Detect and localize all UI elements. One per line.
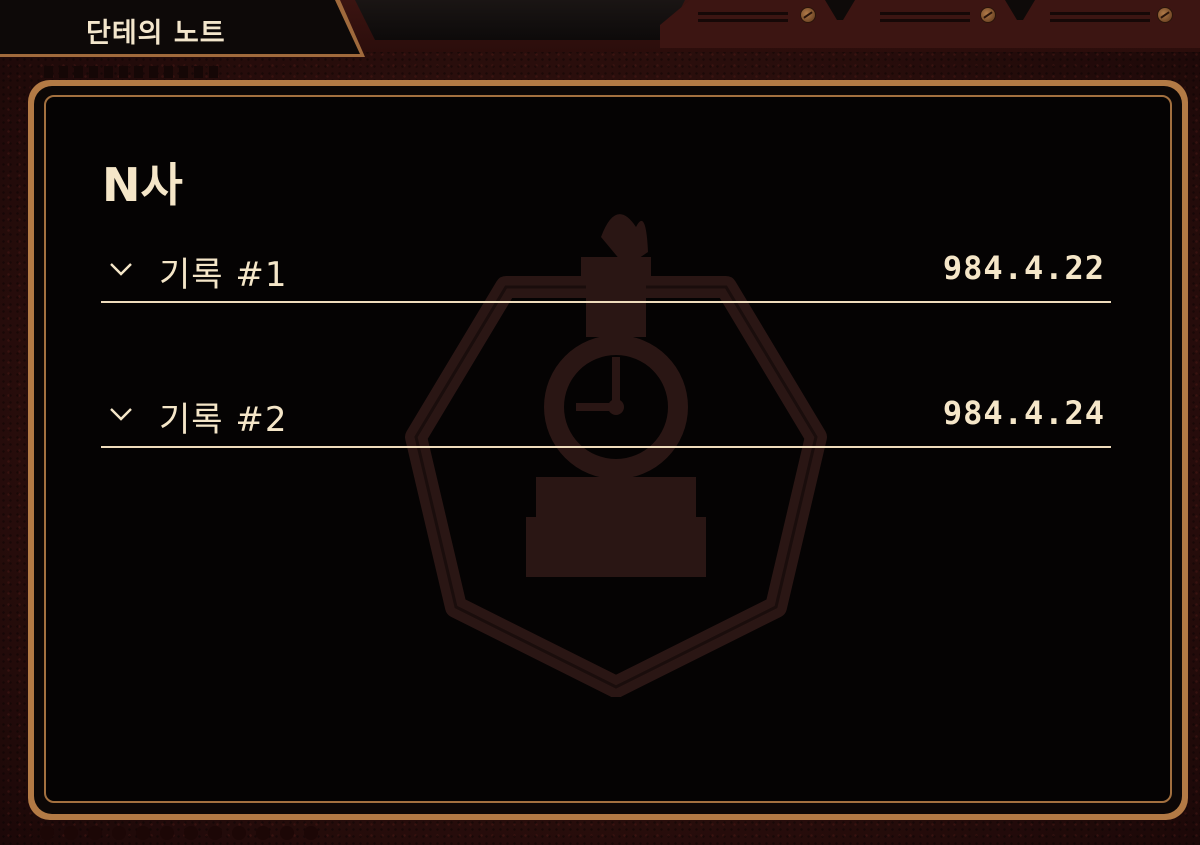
stripe: [698, 12, 788, 15]
record-row-1[interactable]: 기록 #1 984.4.22: [101, 239, 1111, 303]
screw-icon: [980, 7, 996, 23]
window-title: 단테의 노트: [86, 18, 226, 49]
record-date: 984.4.24: [942, 394, 1105, 432]
ticks-decoration: [44, 66, 218, 78]
chevron-down-icon[interactable]: [109, 257, 133, 281]
record-divider: [101, 446, 1111, 448]
stripe: [880, 12, 970, 15]
chevron-down-icon[interactable]: [109, 402, 133, 426]
screw-icon: [1157, 7, 1173, 23]
notch: [1005, 0, 1035, 20]
section-title: N사: [102, 158, 183, 212]
record-date: 984.4.22: [942, 249, 1105, 287]
title-tab: 단테의 노트: [0, 0, 360, 54]
record-divider: [101, 301, 1111, 303]
notch: [825, 0, 855, 20]
note-panel: N사 기록 #1 984.4.22 기록 #2 984.4.24: [44, 95, 1172, 803]
screw-icon: [800, 7, 816, 23]
stripe: [1050, 19, 1150, 22]
record-row-2[interactable]: 기록 #2 984.4.24: [101, 384, 1111, 448]
record-label: 기록 #1: [159, 255, 288, 295]
record-label: 기록 #2: [159, 400, 288, 440]
stripe: [1050, 12, 1150, 15]
stripe: [698, 19, 788, 22]
dots-decoration: [40, 826, 318, 840]
game-screen: 단테의 노트 N사 기록 #1 984.4.22 기록 #2 984.4.24: [0, 0, 1200, 845]
stripe: [880, 19, 970, 22]
top-right-panel: [660, 0, 1200, 48]
top-dark-plate: [355, 0, 685, 40]
